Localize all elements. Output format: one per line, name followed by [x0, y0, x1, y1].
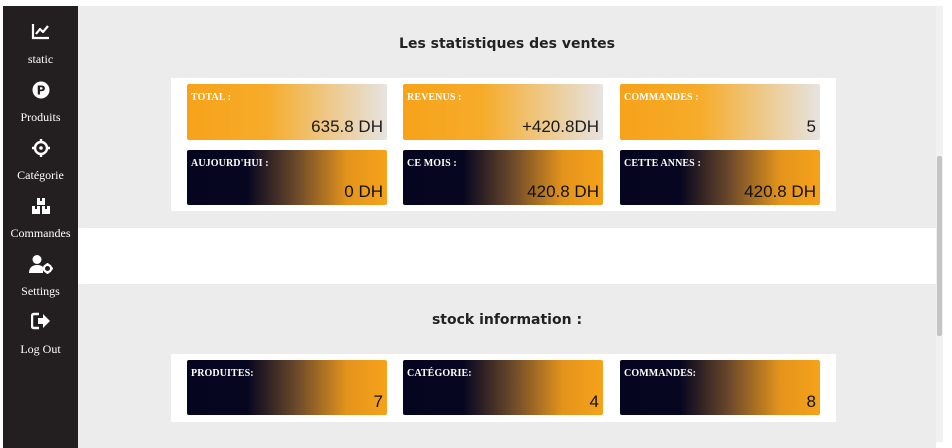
- stock-panel: PRODUITES: 7 CATÉGORIE: 4 COMMANDES: 8: [171, 354, 836, 422]
- card-label: CE MOIS :: [407, 158, 457, 169]
- sidebar-item-logout[interactable]: Log Out: [3, 312, 78, 357]
- stat-card-commandes: COMMANDES : 5: [620, 84, 820, 140]
- sidebar-item-label: Produits: [20, 110, 61, 124]
- crosshair-icon: [3, 138, 78, 160]
- user-gear-icon: [3, 254, 78, 276]
- card-value: 7: [373, 392, 383, 411]
- sidebar-item-static[interactable]: static: [3, 22, 78, 67]
- card-label: CATÉGORIE:: [407, 368, 472, 379]
- card-label: COMMANDES :: [624, 92, 699, 103]
- product-p-icon: P: [3, 80, 78, 102]
- card-value: 4: [589, 392, 599, 411]
- card-value: +420.8DH: [521, 117, 599, 136]
- sidebar-item-label: static: [27, 52, 54, 66]
- card-label: AUJOURD'HUI :: [191, 158, 269, 169]
- section-title: stock information :: [431, 312, 583, 328]
- stock-card-produites: PRODUITES: 7: [187, 360, 387, 415]
- stat-card-cette-annee: CETTE ANNES : 420.8 DH: [620, 150, 820, 205]
- card-value: 635.8 DH: [311, 117, 383, 136]
- stat-card-aujourdhui: AUJOURD'HUI : 0 DH: [187, 150, 387, 205]
- sidebar-item-commandes[interactable]: Commandes: [3, 196, 78, 241]
- stats-panel: TOTAL : 635.8 DH REVENUS : +420.8DH COMM…: [171, 78, 836, 211]
- boxes-icon: [3, 196, 78, 218]
- stat-card-ce-mois: CE MOIS : 420.8 DH: [403, 150, 603, 205]
- sidebar-item-produits[interactable]: P Produits: [3, 80, 78, 125]
- card-label: COMMANDES:: [624, 368, 697, 379]
- card-label: CETTE ANNES :: [624, 158, 701, 169]
- sidebar-item-label: Catégorie: [17, 168, 64, 182]
- card-value: 420.8 DH: [527, 182, 599, 201]
- sidebar-item-label: Log Out: [20, 342, 61, 356]
- sidebar: static P Produits Catégorie Commandes Se…: [3, 6, 78, 448]
- stat-card-revenus: REVENUS : +420.8DH: [403, 84, 603, 140]
- stock-information-section: stock information : PRODUITES: 7 CATÉGOR…: [78, 284, 936, 448]
- card-value: 420.8 DH: [744, 182, 816, 201]
- main-content: Les statistiques des ventes TOTAL : 635.…: [78, 6, 936, 448]
- scrollbar-thumb[interactable]: [937, 156, 942, 336]
- sidebar-item-settings[interactable]: Settings: [3, 254, 78, 299]
- section-title: Les statistiques des ventes: [399, 36, 615, 52]
- stat-card-total: TOTAL : 635.8 DH: [187, 84, 387, 140]
- stock-card-categorie: CATÉGORIE: 4: [403, 360, 603, 415]
- vertical-scrollbar[interactable]: [936, 6, 943, 442]
- sidebar-item-categorie[interactable]: Catégorie: [3, 138, 78, 183]
- card-label: PRODUITES:: [191, 368, 254, 379]
- chart-line-icon: [3, 22, 78, 44]
- sales-statistics-section: Les statistiques des ventes TOTAL : 635.…: [78, 6, 936, 228]
- stock-card-commandes: COMMANDES: 8: [620, 360, 820, 415]
- card-label: TOTAL :: [191, 92, 232, 103]
- card-value: 0 DH: [344, 182, 383, 201]
- card-value: 5: [806, 117, 816, 136]
- sidebar-item-label: Commandes: [10, 226, 71, 240]
- card-value: 8: [806, 392, 816, 411]
- card-label: REVENUS :: [407, 92, 462, 103]
- sidebar-item-label: Settings: [21, 284, 60, 298]
- sign-out-icon: [3, 312, 78, 334]
- svg-text:P: P: [36, 84, 45, 98]
